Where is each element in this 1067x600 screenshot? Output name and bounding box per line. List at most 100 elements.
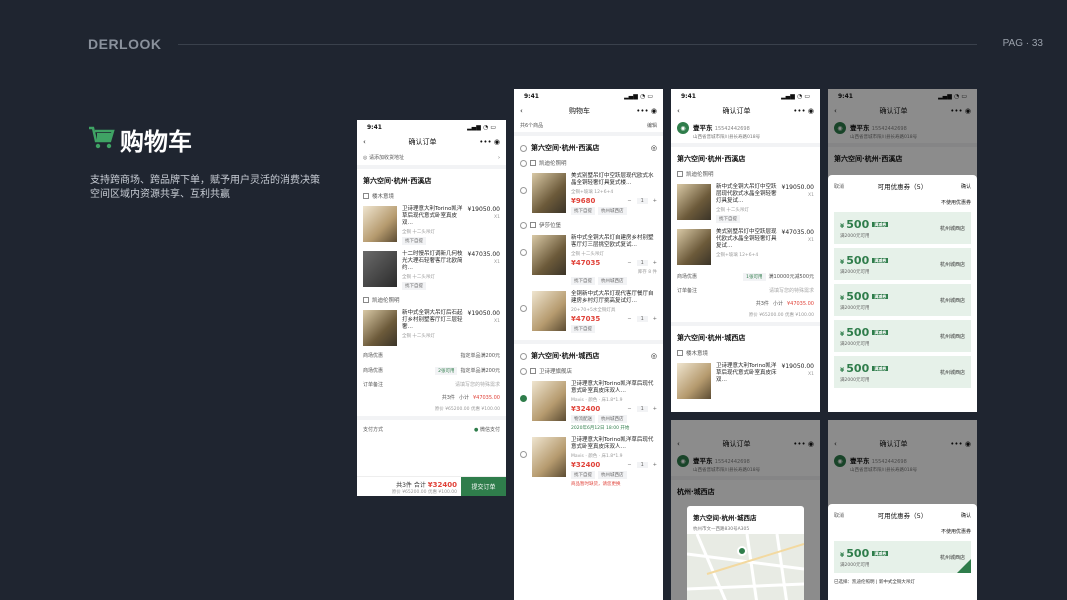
location-icon[interactable]: ◎ <box>651 144 657 152</box>
brand-checkbox[interactable] <box>520 221 527 229</box>
brand-checkbox[interactable] <box>520 159 527 167</box>
product-spec: 全铜+玻璃 12+6+4 <box>571 190 614 195</box>
sheet-title: 可用优惠券（5） <box>877 512 928 520</box>
payment-row[interactable]: 支付方式 ● 微信支付 <box>357 416 506 439</box>
product-price: ¥32400 <box>571 461 601 469</box>
submit-order-button[interactable]: 提交订单 <box>461 477 506 496</box>
cancel-button[interactable]: 取消 <box>834 512 844 519</box>
coupon-count-badge: 1张可用 <box>743 273 766 281</box>
store-tag[interactable]: 杭州城西店 <box>598 277 627 285</box>
subtotal-value: ¥47035.00 <box>472 394 500 401</box>
store-tag[interactable]: 杭州城西店 <box>598 207 627 215</box>
store-name: 第六空间·杭州·城西店 <box>531 352 600 360</box>
delivery-tag[interactable]: 找下自提 <box>571 471 595 479</box>
note-row[interactable]: 订单备注 请填写您的特殊需求 <box>677 284 814 297</box>
header-divider <box>178 44 977 45</box>
subtotal-row: 共3件 小计 ¥47035.00 <box>363 391 500 404</box>
discount-line: 原价 ¥65200.00 优惠 ¥100.00 <box>748 313 814 318</box>
order-item: 新中式全铜大吊灯中空跃层现代欧式水晶全铜轻奢灯具复试… 全铜 十二头吊灯 找下自… <box>677 181 814 226</box>
promo-row[interactable]: 商场优惠 2张可用 指定单品满200元 <box>363 362 500 378</box>
edit-button[interactable]: 编辑 <box>647 122 657 129</box>
recipient-address: 山西省晋城市阳川县长寿路018号 <box>693 135 761 140</box>
desc-line-1: 支持跨商场、跨品牌下单，赋予用户灵活的消费决策 <box>90 175 320 186</box>
promo-row[interactable]: 商场优惠 1张可用 满10000元减500元 <box>677 268 814 284</box>
map-pin-icon[interactable] <box>737 546 747 556</box>
no-coupon-option[interactable]: 不使用优惠券 <box>828 526 977 537</box>
more-icon[interactable]: ••• ◉ <box>793 107 814 115</box>
quantity-stepper[interactable]: − 1 + <box>627 315 657 323</box>
store-checkbox[interactable] <box>520 144 527 152</box>
map-view[interactable] <box>687 534 804 600</box>
store-tag[interactable]: 杭州城西店 <box>598 415 627 423</box>
product-name: 卫诗理意大利Torino凯洋草后现代意式卧室真皮床双… <box>716 363 777 383</box>
no-coupon-option[interactable]: 不使用优惠券 <box>828 197 977 208</box>
quantity-stepper[interactable]: − 1 + <box>627 405 657 413</box>
item-checkbox[interactable] <box>520 249 527 256</box>
product-image <box>363 206 397 242</box>
product-qty: X1 <box>494 319 500 324</box>
quantity-stepper[interactable]: − 1 + <box>627 197 657 205</box>
product-name: 新中式全铜大吊灯自建房乡村别墅客厅灯三层挑空欧式复试… <box>571 235 654 248</box>
item-checkbox-checked[interactable] <box>520 395 527 402</box>
sheet-header: 取消 可用优惠券（5） 确认 <box>828 504 977 526</box>
more-icon[interactable]: ••• ◉ <box>479 138 500 146</box>
payment-label: 支付方式 <box>363 427 384 433</box>
out-of-stock-note: 商品暂时缺货，请您更换 <box>571 482 621 487</box>
delivery-tag[interactable]: 找下自提 <box>571 207 595 215</box>
coupon-card-selected[interactable]: ¥ 500 满减券 满2000元可用 杭州城西店 <box>834 541 971 573</box>
item-checkbox[interactable] <box>520 451 527 458</box>
address-row[interactable]: ◎ 请添加收货地址 › <box>357 150 506 165</box>
coupon-list: ¥ 500 满减券 满2000元可用 杭州城西店 ¥ 500 满减券 满2000元可用 杭州城… <box>828 212 977 388</box>
delivery-tag[interactable]: 找下自提 <box>571 277 595 285</box>
note-input[interactable]: 请填写您的特殊需求 <box>769 287 814 294</box>
address-card[interactable]: ◉ 壹平东 15542442698 山西省晋城市阳川县长寿路018号 <box>671 119 820 143</box>
map-roads <box>687 534 804 600</box>
product-image <box>532 437 566 477</box>
product-name: 美式别墅吊灯中空跃层现代欧式水晶全铜轻奢灯具复式楼… <box>571 173 654 186</box>
coupon-card[interactable]: ¥ 500 满减券 满2000元可用 杭州城西店 <box>834 356 971 388</box>
brand-row: 楼木意境 <box>363 189 500 203</box>
confirm-button[interactable]: 确认 <box>961 183 971 190</box>
presale-note: 2020年6月12日 18:00 开始 <box>571 426 630 431</box>
coupon-card[interactable]: ¥ 500 满减券 满2000元可用 杭州城西店 <box>834 212 971 244</box>
delivery-tag[interactable]: 找下自提 <box>716 215 740 223</box>
quantity-stepper[interactable]: − 1 + <box>627 259 657 267</box>
store-checkbox[interactable] <box>520 352 527 360</box>
phone-coupon-sheet: 9:41 ▂▄▆ ◔ ▭ ‹ 确认订单 ••• ◉ ◉ 壹平东 155424426… <box>828 89 977 412</box>
product-spec: 20+70+5水全铜灯具 <box>571 308 616 313</box>
delivery-tag[interactable]: 找下自提 <box>402 282 426 290</box>
product-spec: 全铜+玻璃 12+6+4 <box>716 253 759 258</box>
nav-title: 购物车 <box>569 107 591 115</box>
row-label: 商场优惠 <box>363 353 384 359</box>
delivery-row[interactable]: 商场优惠 指定单品满200元 <box>363 349 500 362</box>
store-tag[interactable]: 杭州城西店 <box>598 471 627 479</box>
cart-item: 卫诗理意大利Torino凯洋草后现代意式卧室真皮床双人… Mavis · 颜色 … <box>520 378 657 434</box>
delivery-tag[interactable]: 找下自提 <box>402 237 426 245</box>
total-label: 合计 <box>413 482 426 489</box>
store-section: 第六空间·杭州·西溪店 楼木意境 卫诗理意大利Torino凯洋草后现代意式卧室真… <box>357 165 506 416</box>
brand-checkbox[interactable] <box>520 367 527 375</box>
delivery-tag[interactable]: 物流配送 <box>571 415 595 423</box>
product-qty: X1 <box>808 193 814 198</box>
note-input[interactable]: 请填写您的特殊需求 <box>455 381 500 388</box>
coupon-card[interactable]: ¥ 500 满减券 满2000元可用 杭州城西店 <box>834 320 971 352</box>
note-row[interactable]: 订单备注 请填写您的特殊需求 <box>363 378 500 391</box>
location-icon[interactable]: ◎ <box>651 352 657 360</box>
coupon-value: 500 <box>846 546 870 560</box>
checkout-summary: 共3件 合计 ¥32400 原价 ¥65200.00 优惠 ¥100.00 <box>357 477 461 496</box>
item-checkbox[interactable] <box>520 305 527 312</box>
coupon-card[interactable]: ¥ 500 满减券 满2000元可用 杭州城西店 <box>834 248 971 280</box>
item-checkbox[interactable] <box>520 187 527 194</box>
quantity-stepper[interactable]: − 1 + <box>627 461 657 469</box>
shop-icon <box>363 297 369 303</box>
cancel-button[interactable]: 取消 <box>834 183 844 190</box>
coupon-card[interactable]: ¥ 500 满减券 满2000元可用 杭州城西店 <box>834 284 971 316</box>
signal-icon: ▂▄▆ ◔ ▭ <box>467 123 496 131</box>
product-image <box>363 251 397 287</box>
delivery-tag[interactable]: 找下自提 <box>571 325 595 333</box>
product-spec: 全铜 十二头吊灯 <box>402 334 435 339</box>
cart-item: 全铜新中式大吊灯现代客厅餐厅自建房乡村灯厅挑高复试灯… 20+70+5水全铜灯具… <box>520 288 657 336</box>
confirm-button[interactable]: 确认 <box>961 512 971 519</box>
more-icon[interactable]: ••• ◉ <box>636 107 657 115</box>
shop-icon <box>363 193 369 199</box>
